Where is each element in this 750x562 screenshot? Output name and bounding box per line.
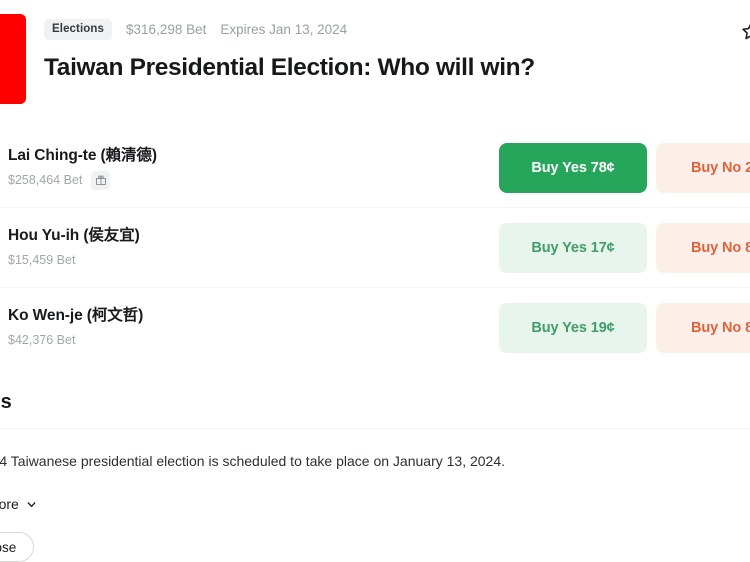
details-section: Details The 2024 Taiwanese presidential … [0,391,750,562]
show-more-button[interactable]: Show more [0,496,38,512]
market-card: Elections $316,298 Bet Expires Jan 13, 2… [0,0,750,367]
outcome-subrow: $258,464 Bet [8,170,499,190]
buy-yes-button[interactable]: Buy Yes 19¢ [499,302,647,353]
outcome-actions: Buy Yes 17¢ Buy No 88¢ [499,222,750,273]
details-header: Details [0,391,750,429]
buy-yes-button[interactable]: Buy Yes 78¢ [499,142,647,193]
page-viewport: Elections $316,298 Bet Expires Jan 13, 2… [0,0,750,562]
market-header: Elections $316,298 Bet Expires Jan 13, 2… [0,0,750,110]
page-title: Taiwan Presidential Election: Who will w… [44,54,535,81]
header-actions [740,20,750,42]
buy-yes-button[interactable]: Buy Yes 17¢ [499,222,647,273]
outcome-subrow: $15,459 Bet [8,251,499,270]
market-meta-row: Elections $316,298 Bet Expires Jan 13, 2… [44,18,750,40]
taiwan-flag-icon [0,14,26,104]
buy-no-button[interactable]: Buy No 83¢ [656,302,750,353]
outcome-row: Ko Wen-je (柯文哲) $42,376 Bet Buy Yes 19¢ … [0,288,750,367]
market-page: Elections $316,298 Bet Expires Jan 13, 2… [0,0,750,562]
outcome-actions: Buy Yes 78¢ Buy No 23¢ [499,142,750,193]
category-chip[interactable]: Elections [44,18,113,40]
details-title: Details [0,391,12,413]
outcome-info: Lai Ching-te (賴清德) $258,464 Bet [0,146,499,190]
gift-icon[interactable] [91,170,111,190]
buy-no-button[interactable]: Buy No 23¢ [656,142,750,193]
outcome-subrow: $42,376 Bet [8,331,499,350]
outcome-volume: $42,376 Bet [8,333,76,347]
outcome-name: Hou Yu-ih (侯友宜) [8,226,140,244]
propose-button[interactable]: Propose [0,532,35,562]
outcome-list: Lai Ching-te (賴清德) $258,464 Bet Buy Yes … [0,128,750,367]
outcome-volume: $258,464 Bet [8,173,83,187]
outcome-row: Lai Ching-te (賴清德) $258,464 Bet Buy Yes … [0,128,750,208]
show-more-label: Show more [0,496,19,512]
market-volume: $316,298 Bet [126,21,207,37]
outcome-actions: Buy Yes 19¢ Buy No 83¢ [499,302,750,353]
outcome-row: Hou Yu-ih (侯友宜) $15,459 Bet Buy Yes 17¢ … [0,208,750,288]
outcome-info: Ko Wen-je (柯文哲) $42,376 Bet [0,306,499,350]
details-body: The 2024 Taiwanese presidential election… [0,453,506,469]
market-expiry: Expires Jan 13, 2024 [220,21,348,37]
market-header-text: Elections $316,298 Bet Expires Jan 13, 2… [26,14,750,83]
outcome-name: Lai Ching-te (賴清德) [8,146,157,164]
buy-no-button[interactable]: Buy No 88¢ [656,222,750,273]
outcome-name: Ko Wen-je (柯文哲) [8,306,144,324]
chevron-down-icon [25,498,38,511]
outcome-info: Hou Yu-ih (侯友宜) $15,459 Bet [0,226,499,270]
star-icon[interactable] [740,20,750,42]
outcome-volume: $15,459 Bet [8,253,76,267]
